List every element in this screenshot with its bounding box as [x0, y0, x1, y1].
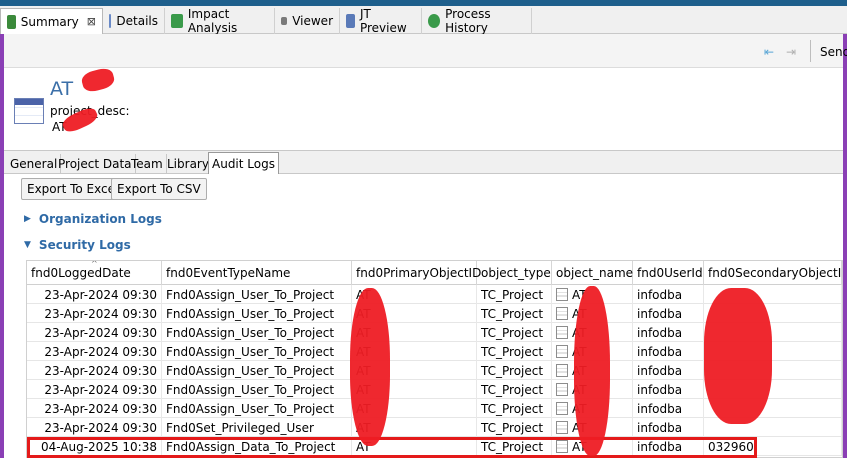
collapse-triangle-icon: ▼ — [24, 240, 31, 250]
table-cell: 23-Apr-2024 09:30 — [27, 342, 162, 361]
tab-jt-preview-label: JT Preview — [359, 7, 407, 35]
redaction-mark — [350, 288, 390, 446]
table-cell: infodba — [633, 285, 704, 304]
table-cell: Fnd0Assign_User_To_Project — [162, 304, 352, 323]
column-header[interactable]: ^ fnd0LoggedDate — [27, 261, 162, 285]
project-object-icon — [556, 364, 568, 377]
security-logs-section[interactable]: ▼ Security Logs — [24, 238, 131, 252]
table-cell: 23-Apr-2024 09:30 — [27, 361, 162, 380]
table-header: ^ fnd0LoggedDate fnd0EventTypeName fnd0Pr… — [27, 261, 842, 285]
process-history-icon — [428, 14, 441, 28]
security-logs-label: Security Logs — [38, 238, 131, 252]
tab-impact-analysis[interactable]: Impact Analysis — [165, 7, 275, 35]
table-cell: Fnd0Set_Privileged_User — [162, 418, 352, 437]
organization-logs-section[interactable]: ▶ Organization Logs — [24, 212, 162, 226]
editor-tab-bar: Summary ⊠ Details Impact Analysis Viewer… — [0, 6, 847, 35]
table-cell: infodba — [633, 399, 704, 418]
table-cell: Fnd0Assign_User_To_Project — [162, 285, 352, 304]
column-header[interactable]: fnd0UserId — [633, 261, 704, 285]
editor-toolbar: ⇤ ⇥ Send — [4, 34, 847, 68]
redaction-mark — [574, 286, 610, 456]
column-header[interactable]: fnd0EventTypeName — [162, 261, 352, 285]
tab-jt-preview[interactable]: JT Preview — [340, 7, 422, 35]
tab-process-history-label: Process History — [445, 7, 491, 35]
table-cell: 23-Apr-2024 09:30 — [27, 323, 162, 342]
summary-icon — [7, 14, 16, 29]
table-cell: infodba — [633, 323, 704, 342]
toolbar-separator — [810, 40, 811, 62]
project-object-icon — [556, 345, 568, 358]
table-cell: 23-Apr-2024 09:30 — [27, 304, 162, 323]
tab-audit-logs[interactable]: Audit Logs — [208, 152, 279, 174]
table-cell: 23-Apr-2024 09:30 — [27, 418, 162, 437]
table-cell: Fnd0Assign_User_To_Project — [162, 399, 352, 418]
tab-details-label: Details — [116, 14, 158, 28]
column-header[interactable]: fnd0SecondaryObjectID — [704, 261, 842, 285]
table-cell: 23-Apr-2024 09:30 — [27, 399, 162, 418]
table-cell: TC_Project — [477, 418, 552, 437]
tab-summary[interactable]: Summary ⊠ — [0, 8, 103, 34]
table-row[interactable]: 23-Apr-2024 09:30 Fnd0Set_Privileged_User… — [27, 418, 842, 437]
viewer-icon — [281, 17, 288, 25]
send-button[interactable]: Send — [820, 45, 847, 59]
tab-details[interactable]: Details — [103, 8, 165, 34]
column-header[interactable]: fnd0PrimaryObjectID — [352, 261, 481, 285]
object-name: AT — [50, 78, 74, 100]
tab-viewer-label: Viewer — [292, 14, 333, 28]
tab-summary-label: Summary — [20, 14, 79, 29]
table-cell: TC_Project — [477, 323, 552, 342]
table-cell: infodba — [633, 418, 704, 437]
close-icon[interactable]: ⊠ — [87, 15, 96, 28]
table-cell: TC_Project — [477, 361, 552, 380]
redaction-mark — [704, 288, 772, 424]
tab-general[interactable]: General — [7, 154, 62, 174]
project-object-icon — [556, 326, 568, 339]
tab-impact-analysis-label: Impact Analysis — [187, 7, 238, 35]
tab-viewer[interactable]: Viewer — [275, 8, 340, 34]
table-cell: TC_Project — [477, 380, 552, 399]
table-cell: TC_Project — [477, 285, 552, 304]
export-to-excel-button[interactable]: Export To Excel — [21, 178, 125, 200]
table-cell: infodba — [633, 304, 704, 323]
impact-analysis-icon — [171, 14, 183, 28]
project-object-icon — [556, 421, 568, 434]
jt-preview-icon — [346, 14, 355, 28]
forward-arrow-icon[interactable]: ⇥ — [786, 45, 796, 59]
tab-process-history[interactable]: Process History — [422, 7, 532, 35]
tab-project-data[interactable]: Project Data — [55, 154, 136, 174]
back-arrow-icon[interactable]: ⇤ — [764, 45, 774, 59]
table-cell: infodba — [633, 342, 704, 361]
project-object-icon — [556, 288, 568, 301]
table-cell: 23-Apr-2024 09:30 — [27, 380, 162, 399]
table-cell: Fnd0Assign_User_To_Project — [162, 380, 352, 399]
column-header[interactable]: object_type — [477, 261, 552, 285]
organization-logs-label: Organization Logs — [38, 212, 162, 226]
tab-library[interactable]: Library — [164, 154, 213, 174]
sort-ascending-icon: ^ — [91, 260, 98, 268]
project-object-icon — [556, 402, 568, 415]
project-icon — [14, 98, 44, 124]
project-object-icon — [556, 383, 568, 396]
tab-team[interactable]: Team — [128, 154, 167, 174]
expand-triangle-icon: ▶ — [24, 214, 31, 224]
highlight-box — [27, 437, 757, 458]
object-header: AT project_desc: AT — [4, 68, 843, 150]
column-header[interactable]: object_name — [552, 261, 633, 285]
table-cell: infodba — [633, 380, 704, 399]
table-cell: 23-Apr-2024 09:30 — [27, 285, 162, 304]
table-cell: TC_Project — [477, 342, 552, 361]
export-to-csv-button[interactable]: Export To CSV — [111, 178, 207, 200]
details-icon — [109, 14, 112, 28]
table-cell: infodba — [633, 361, 704, 380]
table-cell: Fnd0Assign_User_To_Project — [162, 342, 352, 361]
table-cell: Fnd0Assign_User_To_Project — [162, 361, 352, 380]
table-cell: TC_Project — [477, 304, 552, 323]
table-cell: Fnd0Assign_User_To_Project — [162, 323, 352, 342]
table-cell: TC_Project — [477, 399, 552, 418]
summary-sub-tab-bar: General Project Data Team Library Audit … — [4, 150, 843, 174]
project-object-icon — [556, 307, 568, 320]
